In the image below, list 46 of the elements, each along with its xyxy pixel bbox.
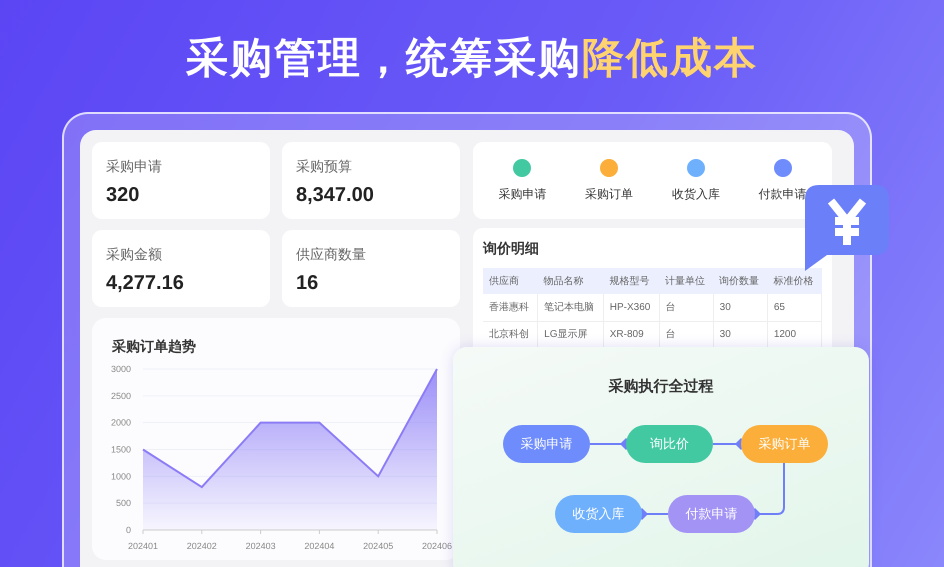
stat-label: 采购申请 [106,157,163,176]
y-tick-label: 2500 [110,390,131,401]
process-step: 询比价 [626,425,713,463]
table-cell: 台 [659,294,714,321]
legend-label: 采购申请 [498,186,546,202]
chart-title: 采购订单趋势 [111,337,197,356]
table-cell: 30 [713,294,768,321]
stat-label: 采购金额 [106,245,163,264]
column-header: 标准价格 [767,268,822,294]
table-title: 询价明细 [483,239,540,258]
stat-label: 供应商数量 [296,245,367,264]
column-header: 规格型号 [603,268,660,294]
y-tick-label: 2000 [110,418,131,428]
process-step: 付款申请 [668,495,755,533]
x-tick-label: 202401 [128,541,158,551]
x-tick-label: 202405 [363,541,394,551]
y-tick-label: 1500 [110,444,131,454]
headline: 采购管理，统筹采购降低成本 [185,33,759,83]
y-tick-label: 1000 [110,471,131,482]
legend-label: 采购订单 [585,186,634,202]
table-cell: 65 [767,294,822,321]
column-header: 物品名称 [538,268,604,294]
x-tick-label: 202403 [246,541,276,551]
process-step: 采购申请 [503,425,590,463]
column-header: 询价数量 [713,268,768,294]
y-tick-label: 500 [116,498,131,508]
process-step: 收货入库 [555,495,642,533]
x-tick-label: 202406 [422,541,452,551]
x-tick-label: 202404 [304,541,334,551]
stat-value: 4,277.16 [106,271,185,296]
column-header: 供应商 [483,268,538,294]
table-cell: 笔记本电脑 [538,294,604,321]
column-header: 计量单位 [659,268,714,294]
stat-label: 采购预算 [296,157,353,176]
x-tick-label: 202402 [186,541,217,551]
legend-label: 付款申请 [758,186,807,202]
table-cell: 香港惠科 [483,294,538,321]
table-cell: HP-X360 [603,294,660,321]
legend-label: 收货入库 [672,186,720,202]
y-tick-label: 3000 [110,364,131,374]
stat-value: 8,347.00 [296,183,375,208]
process-title: 采购执行全过程 [608,377,714,397]
stat-value: 16 [296,271,320,296]
y-tick-label: 0 [126,525,131,535]
stat-value: 320 [106,183,140,208]
process-step: 采购订单 [741,425,828,463]
